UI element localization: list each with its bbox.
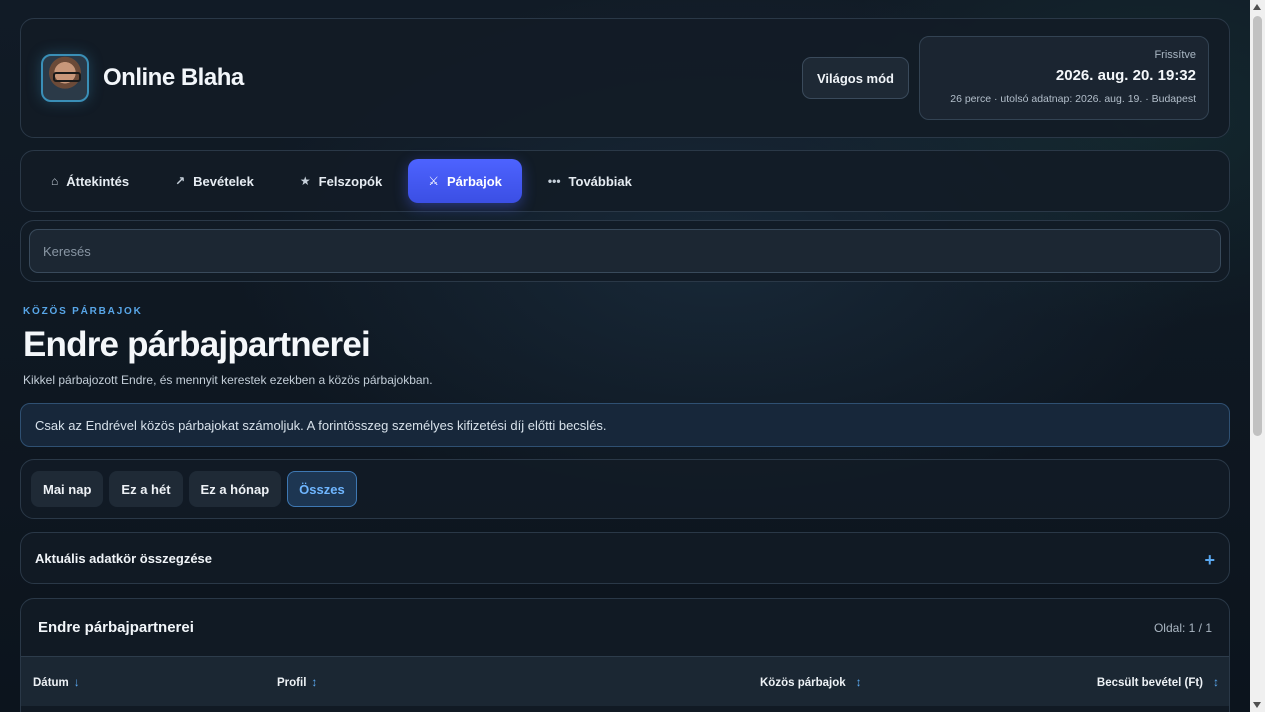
- updated-label: Frissítve: [1154, 49, 1196, 61]
- column-estimated-income[interactable]: Becsült bevétel (Ft) ↕: [1097, 675, 1219, 689]
- sort-both-icon: ↕: [1213, 674, 1219, 689]
- header-right: Világos mód Frissítve 2026. aug. 20. 19:…: [801, 36, 1209, 120]
- tab-bevetelek[interactable]: ↗ Bevételek: [155, 159, 274, 203]
- updated-date: 2026. aug. 20. 19:32: [1055, 67, 1196, 84]
- period-filters: Mai nap Ez a hét Ez a hónap Összes: [20, 459, 1230, 519]
- updated-card: Frissítve 2026. aug. 20. 19:32 26 perce …: [919, 36, 1209, 120]
- light-mode-button[interactable]: Világos mód: [801, 57, 909, 99]
- avatar[interactable]: [41, 54, 89, 102]
- page-scrollbar[interactable]: [1250, 0, 1265, 712]
- tab-label: Párbajok: [447, 173, 502, 189]
- star-icon: ★: [299, 174, 311, 188]
- filter-today-button[interactable]: Mai nap: [31, 471, 104, 507]
- sort-down-icon: ↓: [73, 674, 80, 689]
- table-header: Endre párbajpartnerei Oldal: 1 / 1: [21, 599, 1229, 656]
- filter-month-button[interactable]: Ez a hónap: [188, 471, 282, 507]
- app-title: Online Blaha: [103, 64, 244, 91]
- column-label: Becsült bevétel (Ft): [1096, 676, 1203, 689]
- search-input[interactable]: [29, 229, 1221, 273]
- table-column-headers: Dátum ↓ Profil ↕ Közös párbajok ↕ Becsült b…: [21, 656, 1229, 706]
- info-notice: Csak az Endrével közös párbajokat számol…: [20, 403, 1230, 447]
- tab-label: Továbbiak: [568, 173, 632, 189]
- scroll-thumb[interactable]: [1253, 16, 1262, 436]
- column-common-duels[interactable]: Közös párbajok ↕: [760, 675, 862, 689]
- updated-meta: 26 perce · utolsó adatnap: 2026. aug. 19…: [950, 93, 1196, 105]
- tab-felszopok[interactable]: ★ Felszopók: [280, 159, 402, 203]
- tab-parbajok[interactable]: ⚔ Párbajok: [408, 159, 522, 203]
- expand-plus-icon[interactable]: +: [1204, 546, 1215, 571]
- scroll-up-arrow-icon[interactable]: [1253, 4, 1261, 10]
- summary-accordion[interactable]: Aktuális adatkör összegzése +: [20, 532, 1230, 584]
- partners-table: Endre párbajpartnerei Oldal: 1 / 1 Dátum…: [20, 598, 1230, 712]
- tab-attekintes[interactable]: ⌂ Áttekintés: [31, 159, 149, 203]
- tab-label: Felszopók: [318, 173, 383, 189]
- page-subtitle: Kikkel párbajozott Endre, és mennyit ker…: [23, 373, 433, 387]
- pagination-status: Oldal: 1 / 1: [1153, 620, 1212, 635]
- tab-label: Áttekintés: [66, 173, 130, 189]
- tab-tovabbiak[interactable]: ••• Továbbiak: [528, 159, 652, 203]
- crossed-swords-icon: ⚔: [428, 174, 439, 188]
- filter-week-button[interactable]: Ez a hét: [109, 471, 183, 507]
- page-title: Endre párbajpartnerei: [23, 325, 371, 364]
- trend-arrow-icon: ↗: [175, 174, 186, 188]
- search-panel: [20, 220, 1230, 282]
- column-label: Profil: [277, 676, 307, 689]
- sort-both-icon: ↕: [311, 674, 318, 689]
- more-dots-icon: •••: [547, 174, 561, 188]
- column-profile[interactable]: Profil ↕: [277, 675, 317, 689]
- sort-both-icon: ↕: [855, 674, 862, 689]
- section-eyebrow: KÖZÖS PÁRBAJOK: [23, 306, 143, 317]
- app-header: Online Blaha Világos mód Frissítve 2026.…: [20, 18, 1230, 138]
- table-title: Endre párbajpartnerei: [38, 619, 194, 636]
- column-label: Dátum: [33, 676, 69, 689]
- column-date[interactable]: Dátum ↓: [33, 675, 80, 689]
- scroll-down-arrow-icon[interactable]: [1253, 702, 1261, 708]
- column-label: Közös párbajok: [760, 676, 846, 689]
- tab-label: Bevételek: [193, 173, 254, 189]
- summary-title: Aktuális adatkör összegzése: [35, 550, 213, 566]
- home-icon: ⌂: [51, 174, 59, 188]
- page: Online Blaha Világos mód Frissítve 2026.…: [20, 18, 1230, 712]
- main-nav: ⌂ Áttekintés ↗ Bevételek ★ Felszopók ⚔ P…: [20, 150, 1230, 212]
- filter-all-button[interactable]: Összes: [287, 471, 357, 507]
